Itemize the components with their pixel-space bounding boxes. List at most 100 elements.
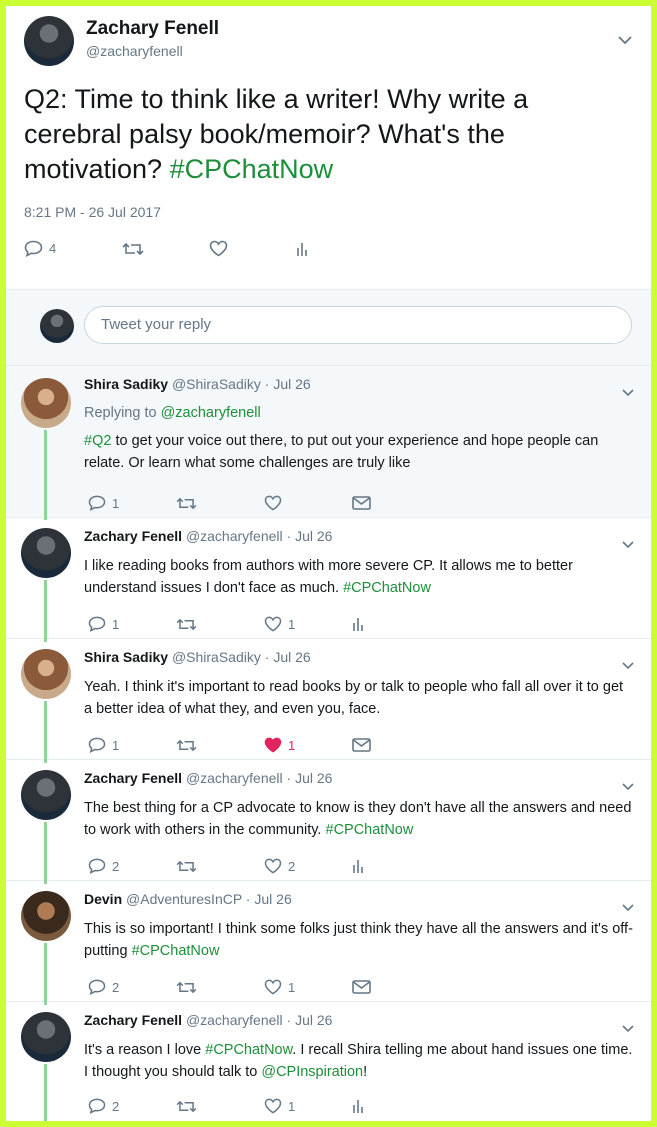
tweet-date[interactable]: Jul 26 <box>254 891 291 907</box>
retweet-button[interactable] <box>176 859 264 874</box>
avatar[interactable] <box>24 16 74 66</box>
like-button[interactable]: 1 <box>264 616 352 632</box>
reply-button[interactable]: 1 <box>88 616 176 632</box>
hashtag-link[interactable]: #Q2 <box>84 433 111 449</box>
tweet-date[interactable]: Jul 26 <box>295 528 332 544</box>
reply-button[interactable]: 2 <box>88 858 176 874</box>
hashtag-link[interactable]: #CPChatNow <box>205 1042 292 1058</box>
reply-button[interactable]: 2 <box>88 979 176 995</box>
direct-message-button[interactable] <box>352 980 371 994</box>
thread-line <box>44 1064 47 1121</box>
tweet-header: Shira Sadiky @ShiraSadiky · Jul 26 <box>84 376 311 392</box>
avatar[interactable] <box>21 891 71 941</box>
retweet-icon <box>176 981 197 993</box>
reply-tweet[interactable]: Shira Sadiky @ShiraSadiky · Jul 26 Reply… <box>6 366 651 520</box>
retweet-button[interactable] <box>122 241 209 257</box>
author-name[interactable]: Shira Sadiky <box>84 649 168 665</box>
like-button-liked[interactable]: 1 <box>264 737 352 753</box>
tweet-text-body: ! <box>363 1064 368 1080</box>
tweet-header: Zachary Fenell @zacharyfenell · Jul 26 <box>84 1012 333 1028</box>
retweet-button[interactable] <box>176 1099 264 1114</box>
author-name[interactable]: Zachary Fenell <box>86 18 219 40</box>
like-count: 1 <box>288 979 296 995</box>
tweet-timestamp[interactable]: 8:21 PM - 26 Jul 2017 <box>24 204 161 220</box>
chevron-down-icon[interactable] <box>622 1020 634 1036</box>
thread-line <box>44 701 47 763</box>
author-handle[interactable]: @zacharyfenell <box>86 43 183 59</box>
reply-tweet[interactable]: Devin @AdventuresInCP · Jul 26 This is s… <box>6 881 651 1005</box>
like-icon <box>264 495 282 511</box>
author-name[interactable]: Shira Sadiky <box>84 376 168 392</box>
hashtag-link[interactable]: #CPChatNow <box>326 822 414 838</box>
hashtag-link[interactable]: #CPChatNow <box>343 580 431 596</box>
tweet-date[interactable]: Jul 26 <box>273 376 310 392</box>
author-name[interactable]: Zachary Fenell <box>84 1012 182 1028</box>
author-name[interactable]: Zachary Fenell <box>84 770 182 786</box>
chevron-down-icon[interactable] <box>622 899 634 915</box>
retweet-button[interactable] <box>176 617 264 632</box>
chevron-down-icon[interactable] <box>622 778 634 794</box>
author-handle[interactable]: @zacharyfenell <box>186 770 283 786</box>
reply-tweet[interactable]: Zachary Fenell @zacharyfenell · Jul 26 I… <box>6 518 651 642</box>
retweet-button[interactable] <box>176 738 264 753</box>
analytics-button[interactable] <box>352 858 366 874</box>
analytics-button[interactable] <box>352 616 366 632</box>
tweet-actions: 1 1 <box>88 737 371 753</box>
author-handle[interactable]: @ShiraSadiky <box>172 376 261 392</box>
mention-link[interactable]: @CPInspiration <box>261 1064 363 1080</box>
reply-tweet[interactable]: Zachary Fenell @zacharyfenell · Jul 26 T… <box>6 760 651 884</box>
retweet-button[interactable] <box>176 496 264 511</box>
retweet-button[interactable] <box>176 980 264 995</box>
like-icon <box>264 1098 282 1114</box>
mention-link[interactable]: @zacharyfenell <box>161 405 261 421</box>
like-button[interactable] <box>209 240 296 257</box>
author-handle[interactable]: @zacharyfenell <box>186 1012 283 1028</box>
analytics-icon <box>353 1100 363 1113</box>
chevron-down-icon[interactable] <box>622 657 634 673</box>
like-button[interactable]: 2 <box>264 858 352 874</box>
reply-tweet[interactable]: Shira Sadiky @ShiraSadiky · Jul 26 Yeah.… <box>6 639 651 763</box>
author-handle[interactable]: @zacharyfenell <box>186 528 283 544</box>
tweet-date[interactable]: Jul 26 <box>273 649 310 665</box>
like-icon <box>264 979 282 995</box>
avatar[interactable] <box>21 378 71 428</box>
reply-button[interactable]: 1 <box>88 495 176 511</box>
author-handle[interactable]: @ShiraSadiky <box>172 649 261 665</box>
replying-to-label: Replying to <box>84 405 161 421</box>
analytics-button[interactable] <box>296 241 310 257</box>
retweet-icon <box>122 242 144 255</box>
author-handle[interactable]: @AdventuresInCP <box>126 891 242 907</box>
tweet-text-body: It's a reason I love <box>84 1042 206 1058</box>
main-tweet: Zachary Fenell @zacharyfenell Q2: Time t… <box>6 6 651 290</box>
reply-button[interactable]: 2 <box>88 1098 176 1114</box>
chevron-down-icon[interactable] <box>622 536 634 552</box>
hashtag-link[interactable]: #CPChatNow <box>132 943 220 959</box>
author-name[interactable]: Devin <box>84 891 122 907</box>
direct-message-button[interactable] <box>352 738 371 752</box>
tweet-header: Zachary Fenell @zacharyfenell · Jul 26 <box>84 770 333 786</box>
avatar[interactable] <box>21 1012 71 1062</box>
author-name[interactable]: Zachary Fenell <box>84 528 182 544</box>
direct-message-button[interactable] <box>352 496 371 510</box>
reply-input[interactable]: Tweet your reply <box>84 306 632 344</box>
hashtag-link[interactable]: #CPChatNow <box>170 154 334 184</box>
chevron-down-icon[interactable] <box>618 32 632 48</box>
analytics-button[interactable] <box>352 1098 366 1114</box>
tweet-header: Zachary Fenell @zacharyfenell · Jul 26 <box>84 528 333 544</box>
tweet-actions: 1 1 <box>88 616 366 632</box>
chevron-down-icon[interactable] <box>622 384 634 400</box>
like-button[interactable]: 1 <box>264 979 352 995</box>
tweet-date[interactable]: Jul 26 <box>295 1012 332 1028</box>
tweet-text: It's a reason I love #CPChatNow. I recal… <box>84 1039 634 1083</box>
reply-button[interactable]: 1 <box>88 737 176 753</box>
reply-tweet[interactable]: Zachary Fenell @zacharyfenell · Jul 26 I… <box>6 1002 651 1121</box>
tweet-date[interactable]: Jul 26 <box>295 770 332 786</box>
reply-button[interactable]: 4 <box>24 240 122 257</box>
like-button[interactable] <box>264 495 352 511</box>
reply-icon <box>88 495 106 511</box>
like-button[interactable]: 1 <box>264 1098 352 1114</box>
retweet-icon <box>176 1100 197 1112</box>
avatar[interactable] <box>21 770 71 820</box>
avatar[interactable] <box>21 528 71 578</box>
avatar[interactable] <box>21 649 71 699</box>
